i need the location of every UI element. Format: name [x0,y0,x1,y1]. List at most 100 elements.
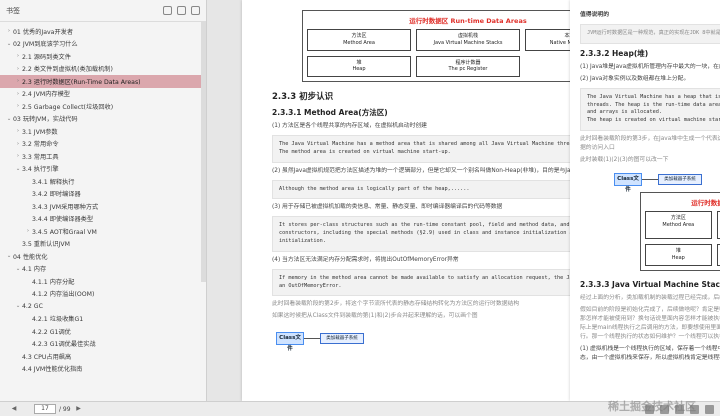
chevron-right-icon[interactable]: › [14,103,22,109]
toc-item-label: 4.1 内存 [22,266,47,274]
toc-item-label: 4.4 JVM性能优化指南 [22,366,83,374]
method-area-box: 方法区 Method Area [645,210,712,240]
subsection-heading: 2.3.3.3 Java Virtual Machine Stacks(虚拟机栈… [580,279,720,289]
toc-item-label: 02 JVM到底该学习什么 [13,41,78,49]
toc-item[interactable]: › 2.4 JVM内存模型 [0,88,206,101]
toc-item-label: 2.1 源码到类文件 [22,53,71,61]
toc-item-label: 3.2 常用命令 [22,141,59,149]
chevron-down-icon[interactable]: ⌄ [14,303,22,309]
toc-item[interactable]: › 3.4.5 AOT和Graal VM [0,225,206,238]
chevron-right-icon[interactable]: › [14,66,22,72]
chevron-down-icon[interactable]: ⌄ [5,116,13,122]
chevron-down-icon[interactable]: ⌄ [14,266,22,272]
runtime-data-area-diagram: 运行时数据区 Run-time Data Areas 方法区Method Are… [640,191,720,271]
toc-item[interactable]: 4.1.1 内存分配 [0,275,206,288]
toc-item-label: 4.2.2 G1调优 [32,328,71,336]
document-viewer[interactable]: 运行时数据区 Run-time Data Areas 方法区 Method Are… [208,0,720,401]
jvm-stacks-box: 虚拟机栈Java Virtual Machine Stacks [716,210,720,240]
toc-item-label: 4.1.2 内存溢出(OOM) [32,291,95,299]
chevron-right-icon[interactable]: › [14,153,22,159]
toc-item-label: 3.1 JVM参数 [22,128,58,136]
paragraph: 经过上面的分析，类加载机制的装载过程已经完成，后续的链接，初始化也会相应的生效。 [580,294,720,301]
bookmark-add-icon[interactable] [177,6,186,15]
chevron-down-icon[interactable]: ⌄ [5,41,13,47]
arrow-line [642,178,658,180]
toc-item[interactable]: › 01 优秀的Java开发者 [0,25,206,38]
toc-item[interactable]: ⌄ 02 JVM到底该学习什么 [0,38,206,51]
class-file-box: Class文件 [276,332,304,352]
chevron-right-icon[interactable]: › [14,141,22,147]
toc-item-label: 4.2 GC [22,302,43,310]
subsection-heading: 2.3.3.2 Heap(堆) [580,48,649,58]
toc-item-label: 4.2.1 垃圾收集G1 [32,316,84,324]
diagram-title: 运行时数据区 Run-time Data Areas [691,198,720,207]
toc-item[interactable]: 4.2.2 G1调优 [0,325,206,338]
toc-item[interactable]: ⌄ 4.1 内存 [0,263,206,276]
sidebar-scrollbar[interactable] [201,22,206,282]
watermark: 稀土掘金技术社区 [608,400,696,413]
jvm-stacks-box: 虚拟机栈Java Virtual Machine Stacks [416,29,520,51]
next-page-icon[interactable]: ▶ [75,405,83,413]
prev-page-icon[interactable]: ◀ [10,405,18,413]
toc-item[interactable]: 4.4 JVM性能优化指南 [0,363,206,376]
toc-item[interactable]: › 2.5 Garbage Collect(垃圾回收) [0,100,206,113]
toc-item[interactable]: › 2.1 源码到类文件 [0,50,206,63]
toc-item-label: 3.4 执行引擎 [22,166,59,174]
chevron-right-icon[interactable]: › [14,53,22,59]
toc-item[interactable]: › 3.1 JVM参数 [0,125,206,138]
class-file-box: Class文件 [614,172,642,193]
toc-item[interactable]: ⌄ 04 性能优化 [0,250,206,263]
chevron-down-icon[interactable]: ⌄ [14,166,22,172]
document-page-right: 值得说明的 JVM运行时数据区是一种规范，真正的实现在JDK 8中就是Metas… [570,0,720,401]
toc-item[interactable]: › 3.2 常用命令 [0,138,206,151]
paragraph: (1) 虚拟机栈是一个线程执行的区域，保存着一个线程中方法的调用状态。换句话说，… [580,345,720,361]
toc-item[interactable]: 4.1.2 内存溢出(OOM) [0,288,206,301]
toc-item[interactable]: 3.5 重新认识JVM [0,238,206,251]
toc-item-label: 03 玩转JVM，实战代码 [13,116,78,124]
toc-item[interactable]: 3.4.2 即时编译器 [0,188,206,201]
fit-page-icon[interactable] [705,404,714,414]
toc-item[interactable]: ⌄ 4.2 GC [0,300,206,313]
toc-item-label: 04 性能优化 [13,253,48,261]
toc-item-label: 3.5 重新认识JVM [22,241,70,249]
toc-item[interactable]: ⌄ 03 玩转JVM，实战代码 [0,113,206,126]
toc-item[interactable]: › 3.3 常用工具 [0,150,206,163]
toc-item-label: 4.2.3 G1调优最佳实战 [32,341,96,349]
close-sidebar-icon[interactable] [191,6,200,15]
chevron-right-icon[interactable]: › [24,228,32,234]
class-loader-diagram: Class文件 类加载器子系统 [610,168,720,193]
chevron-right-icon[interactable]: › [5,28,13,34]
toc-item-label: 3.4.5 AOT和Graal VM [32,228,97,236]
toc-list: › 01 优秀的Java开发者 ⌄ 02 JVM到底该学习什么 › 2.1 源码到类文件 ›… [0,22,206,378]
toc-item-label: 01 优秀的Java开发者 [13,28,74,36]
chevron-down-icon[interactable]: ⌄ [5,253,13,259]
chevron-right-icon[interactable]: › [14,78,22,84]
heap-box: 堆 Heap [645,244,712,266]
toc-item[interactable]: 4.2.1 垃圾收集G1 [0,313,206,326]
toc-item-label: 3.4.1 解释执行 [32,178,75,186]
paragraph: (1) Java堆是Java虚拟机所管理内存中最大的一块，在虚拟机启动时创建 [580,63,720,70]
toc-item[interactable]: 3.4.3 JVM采用哪种方式 [0,200,206,213]
heap-box: 堆 Heap [307,55,411,77]
code-block: The Java Virtual Machine has a heap that… [580,87,720,131]
toc-item[interactable]: 4.2.3 G1调优最佳实战 [0,338,206,351]
toc-item-label: 3.4.3 JVM采用哪种方式 [32,203,99,211]
toc-item-label: 3.3 常用工具 [22,153,59,161]
chevron-right-icon[interactable]: › [14,128,22,134]
class-loader-box: 类加载器子系统 [658,173,702,185]
chevron-right-icon[interactable]: › [14,91,22,97]
toc-item[interactable]: ⌄ 3.4 执行引擎 [0,163,206,176]
toc-item[interactable]: 3.4.4 即使编译器类型 [0,213,206,226]
toc-item[interactable]: › 2.3 运行时数据区(Run-Time Data Areas) [0,75,206,88]
page-number-input[interactable]: 17 [34,404,56,414]
toc-item-label: 2.5 Garbage Collect(垃圾回收) [22,103,114,111]
note-label: 值得说明的 [580,12,609,18]
toc-item[interactable]: 4.3 CPU占用飙高 [0,350,206,363]
sidebar-title: 书签 [6,6,20,15]
toc-item[interactable]: › 2.2 类文件到虚拟机(类加载机制) [0,63,206,76]
paragraph: 此时装载(1)(2)(3)的图可以改一下 [580,156,669,163]
expand-all-icon[interactable] [163,6,172,15]
toc-item[interactable]: 3.4.1 解释执行 [0,175,206,188]
note-block: JVM运行时数据区是一种规范，真正的实现在JDK 8中就是Metaspace，在… [580,23,720,44]
page-total: / 99 [59,405,71,413]
